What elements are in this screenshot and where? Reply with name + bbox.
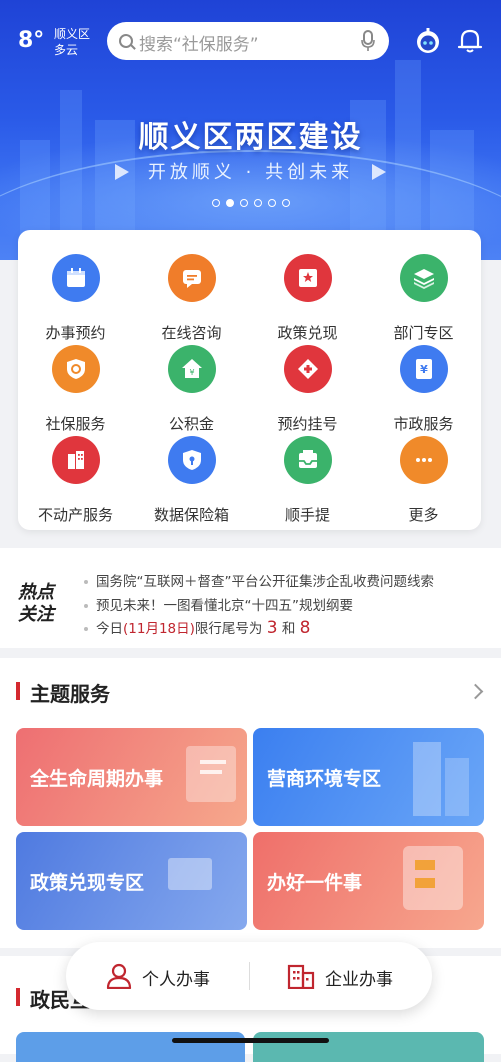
search-placeholder: 搜索“社保服务” — [139, 35, 259, 55]
robot-assistant-icon[interactable] — [414, 28, 442, 54]
tile-label: 全生命周期办事 — [30, 768, 164, 790]
plate-number-1: 3 — [266, 618, 278, 638]
service-grid: 办事预约 在线咨询 政策兑现 部门专区社保服务 ¥ 公积金 预约挂号 ¥ 市政服务不动产服务 数据… — [18, 230, 481, 530]
policy-icon — [284, 254, 332, 302]
banner-pagination[interactable] — [0, 199, 501, 207]
interaction-tile[interactable] — [253, 1032, 484, 1062]
lock-shield-icon — [168, 436, 216, 484]
weather-temperature: 8° — [18, 28, 45, 53]
building-icon — [52, 436, 100, 484]
enterprise-affairs-button[interactable]: 企业办事 — [249, 942, 432, 1010]
person-icon — [106, 963, 132, 989]
service-label: 顺手提 — [284, 506, 330, 524]
shield-icon — [52, 345, 100, 393]
personal-affairs-button[interactable]: 个人办事 — [66, 942, 249, 1010]
pagination-dot[interactable] — [211, 199, 220, 207]
service-item[interactable]: 办事预约 — [18, 244, 133, 342]
tile-label: 政策兑现专区 — [30, 872, 145, 894]
pagination-dot[interactable] — [225, 199, 234, 207]
hot-news-logo-line2: 关注 — [18, 604, 54, 625]
inbox-icon — [284, 436, 332, 484]
service-item[interactable]: ¥ 市政服务 — [366, 335, 481, 433]
personal-affairs-label: 个人办事 — [142, 970, 210, 990]
service-label: 数据保险箱 — [153, 506, 229, 524]
hot-news-logo: 热点 关注 — [18, 582, 54, 626]
service-label: 不动产服务 — [37, 506, 113, 524]
traffic-and: 和 — [281, 621, 296, 637]
microphone-icon[interactable] — [361, 30, 375, 52]
news-item-text: 预见未来！一图看懂北京“十四五”规划纲要 — [96, 598, 353, 614]
traffic-label: 限行尾号为 — [194, 621, 263, 637]
building-icon — [287, 964, 315, 989]
weather-condition: 多云 — [54, 43, 79, 57]
tile-label: 营商环境专区 — [267, 768, 382, 790]
search-input[interactable]: 搜索“社保服务” — [107, 22, 389, 60]
theme-tile-business[interactable]: 营商环境专区 — [253, 728, 484, 826]
service-item[interactable]: 预约挂号 — [250, 335, 365, 433]
traffic-restriction[interactable]: 今日(11月18日)限行尾号为 3 和 8 — [84, 617, 310, 638]
service-item[interactable]: 更多 — [366, 426, 481, 524]
svg-text:¥: ¥ — [189, 368, 194, 377]
bottom-mode-switcher: 个人办事 企业办事 — [66, 942, 432, 1010]
interaction-tile[interactable] — [16, 1032, 245, 1062]
pagination-dot[interactable] — [281, 199, 290, 207]
traffic-date: (11月18日) — [123, 621, 195, 637]
news-item[interactable]: 预见未来！一图看懂北京“十四五”规划纲要 — [84, 594, 353, 614]
service-item[interactable]: 不动产服务 — [18, 426, 133, 524]
hero-banner[interactable]: 8° 顺义区 多云 搜索“社保服务” 顺义区两区建设 开放顺义 · 共创未来 — [0, 0, 501, 260]
home-indicator[interactable] — [172, 1038, 329, 1043]
plate-number-2: 8 — [299, 618, 311, 638]
enterprise-affairs-label: 企业办事 — [325, 970, 393, 990]
hot-news-panel: 热点 关注 国务院“互联网＋督查”平台公开征集涉企乱收费问题线索 预见未来！一图… — [0, 548, 501, 648]
service-item[interactable]: 部门专区 — [366, 244, 481, 342]
search-icon — [119, 34, 133, 48]
house-icon: ¥ — [168, 345, 216, 393]
medical-cross-icon — [284, 345, 332, 393]
theme-tile-policy[interactable]: 政策兑现专区 — [16, 832, 247, 930]
theme-services-section: 主题服务 全生命周期办事 营商环境专区 政策兑现专区 办好一件事 — [0, 658, 501, 948]
svg-text:¥: ¥ — [420, 363, 428, 376]
more-icon — [400, 436, 448, 484]
weather-location: 顺义区 多云 — [54, 26, 90, 58]
section-marker — [16, 682, 20, 700]
news-item-text: 国务院“互联网＋督查”平台公开征集涉企乱收费问题线索 — [96, 574, 434, 590]
theme-tile-lifecycle[interactable]: 全生命周期办事 — [16, 728, 247, 826]
pagination-dot[interactable] — [253, 199, 262, 207]
tile-label: 办好一件事 — [267, 872, 363, 894]
service-label: 更多 — [408, 506, 439, 524]
banner-subtitle: 开放顺义 · 共创未来 — [147, 162, 354, 183]
traffic-prefix: 今日 — [96, 621, 123, 637]
section-title: 主题服务 — [30, 682, 110, 706]
pagination-dot[interactable] — [239, 199, 248, 207]
pagination-dot[interactable] — [267, 199, 276, 207]
banner-title: 顺义区两区建设 — [138, 120, 363, 155]
hot-news-logo-line1: 热点 — [18, 582, 54, 603]
yuan-icon: ¥ — [400, 345, 448, 393]
service-item[interactable]: 在线咨询 — [134, 244, 249, 342]
service-item[interactable]: 顺手提 — [250, 426, 365, 524]
section-marker — [16, 988, 20, 1006]
banner-arrow-right-icon — [372, 164, 386, 180]
service-item[interactable]: ¥ 公积金 — [134, 335, 249, 433]
service-item[interactable]: 数据保险箱 — [134, 426, 249, 524]
notification-bell-icon[interactable] — [456, 27, 484, 55]
chevron-right-icon[interactable] — [467, 683, 484, 700]
chat-icon — [168, 254, 216, 302]
calendar-icon — [52, 254, 100, 302]
service-item[interactable]: 社保服务 — [18, 335, 133, 433]
service-item[interactable]: 政策兑现 — [250, 244, 365, 342]
theme-tile-one-thing[interactable]: 办好一件事 — [253, 832, 484, 930]
news-item[interactable]: 国务院“互联网＋督查”平台公开征集涉企乱收费问题线索 — [84, 570, 434, 590]
layers-icon — [400, 254, 448, 302]
district-label: 顺义区 — [54, 27, 91, 41]
